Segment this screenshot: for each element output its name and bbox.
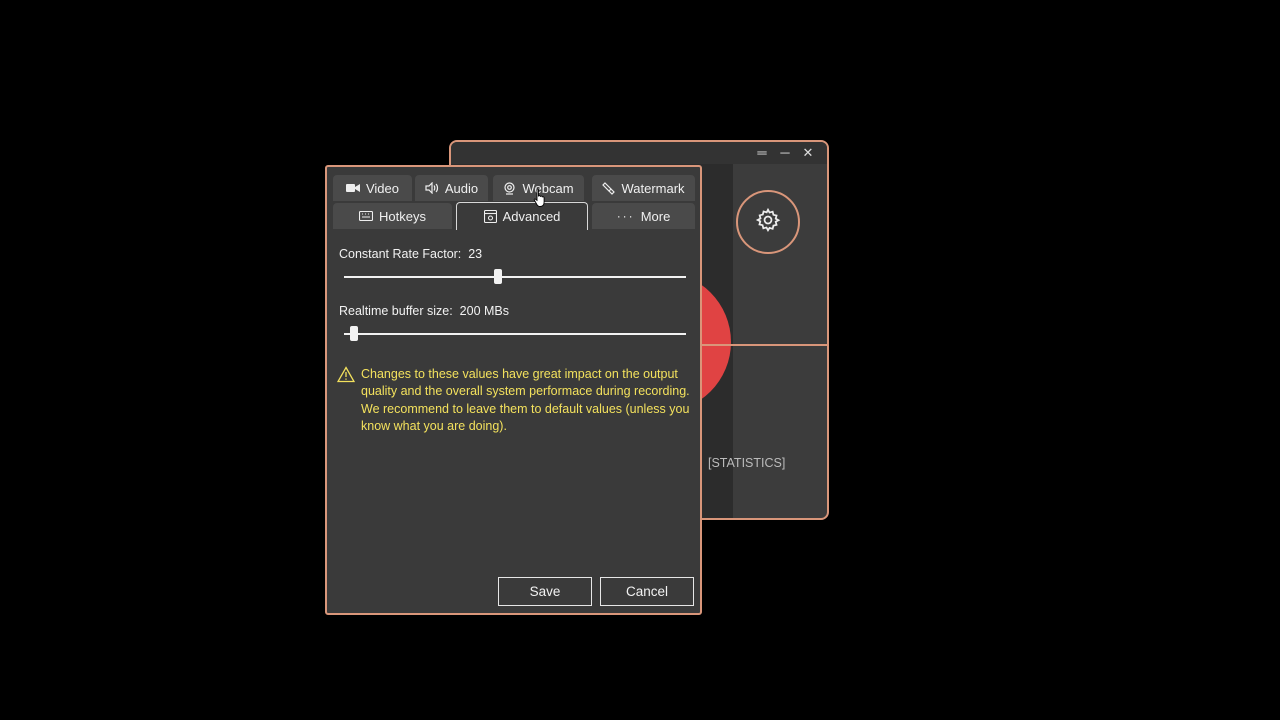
webcam-icon (503, 181, 516, 195)
slider-thumb[interactable] (493, 269, 502, 284)
tab-more[interactable]: ··· More (592, 203, 695, 229)
tab-label: Webcam (522, 180, 574, 196)
tab-label: Hotkeys (379, 208, 426, 224)
gear-icon (755, 207, 781, 238)
slider-thumb[interactable] (350, 326, 359, 341)
minimize-button[interactable]: ─ (775, 144, 795, 162)
crf-label: Constant Rate Factor: 23 (339, 247, 482, 261)
hand-cursor-icon (533, 188, 547, 213)
tab-hotkeys[interactable]: Hotkeys (333, 203, 452, 229)
cancel-button[interactable]: Cancel (600, 577, 694, 606)
settings-dialog: Video Audio Webcam Watermark Hotkeys Adv… (325, 165, 702, 615)
tab-label: More (640, 208, 671, 224)
buffer-value: 200 MBs (459, 304, 510, 318)
video-camera-icon (345, 183, 360, 193)
warning-icon (336, 366, 356, 435)
save-button[interactable]: Save (498, 577, 592, 606)
statistics-label: [STATISTICS] (708, 456, 786, 470)
more-icon: ··· (616, 209, 635, 223)
watermark-icon (602, 181, 616, 195)
tab-audio[interactable]: Audio (415, 175, 488, 201)
slider-track (344, 276, 686, 278)
tab-advanced[interactable]: Advanced (456, 202, 588, 230)
buffer-label: Realtime buffer size: 200 MBs (339, 304, 509, 318)
tab-video[interactable]: Video (333, 175, 412, 201)
tab-label: Advanced (502, 209, 561, 224)
crf-label-text: Constant Rate Factor: (339, 247, 462, 261)
advanced-icon (483, 210, 497, 223)
crf-slider[interactable] (344, 268, 686, 286)
tab-label: Video (365, 180, 399, 196)
tab-watermark[interactable]: Watermark (592, 175, 695, 201)
buffer-label-text: Realtime buffer size: (339, 304, 453, 318)
tab-label: Watermark (621, 180, 685, 196)
close-button[interactable]: ✕ (798, 144, 818, 162)
warning-message: Changes to these values have great impac… (336, 366, 692, 435)
settings-button[interactable] (736, 190, 800, 254)
tab-label: Audio (444, 180, 479, 196)
main-title-bar: ═ ─ ✕ (451, 142, 827, 164)
speaker-icon (425, 182, 439, 194)
warning-text: Changes to these values have great impac… (361, 367, 690, 433)
menu-button[interactable]: ═ (752, 144, 772, 162)
slider-track (344, 333, 686, 335)
buffer-slider[interactable] (344, 325, 686, 343)
keyboard-icon (359, 211, 374, 221)
crf-value: 23 (468, 247, 483, 261)
